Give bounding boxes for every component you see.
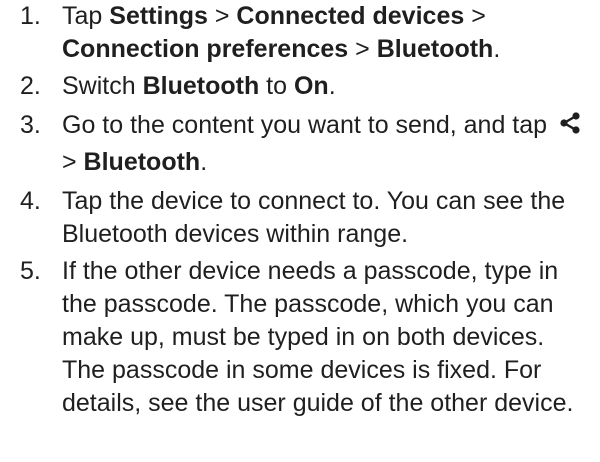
instruction-list: 1. Tap Settings > Connected devices > Co… xyxy=(0,0,600,424)
on-term: On xyxy=(293,72,329,100)
period: . xyxy=(328,72,336,100)
step-text: to xyxy=(259,72,294,100)
share-icon xyxy=(558,109,582,134)
settings-term: Settings xyxy=(109,2,208,30)
separator: > xyxy=(207,2,237,30)
step-number: 1. xyxy=(20,2,41,30)
step-2: 2. Switch Bluetooth to On. xyxy=(0,70,600,103)
separator: > xyxy=(348,35,377,63)
bluetooth-term: Bluetooth xyxy=(376,35,494,63)
step-text: Tap xyxy=(62,2,110,30)
step-number: 5. xyxy=(20,257,41,285)
connected-devices-term: Connected devices xyxy=(236,2,465,30)
step-text: If the other device needs a passcode, ty… xyxy=(62,257,574,417)
bluetooth-term: Bluetooth xyxy=(142,72,260,100)
connection-preferences-term: Connection preferences xyxy=(62,35,349,63)
step-number: 3. xyxy=(20,111,41,139)
step-text: Tap the device to connect to. You can se… xyxy=(62,187,566,248)
separator: > xyxy=(464,2,486,30)
period: . xyxy=(200,148,208,176)
bluetooth-term: Bluetooth xyxy=(83,148,201,176)
step-text: Go to the content you want to send, and … xyxy=(62,111,555,139)
step-1: 1. Tap Settings > Connected devices > Co… xyxy=(0,0,600,66)
step-3: 3. Go to the content you want to send, a… xyxy=(0,107,600,181)
step-number: 4. xyxy=(20,187,41,215)
step-text: Switch xyxy=(62,72,143,100)
step-5: 5. If the other device needs a passcode,… xyxy=(0,255,600,420)
separator: > xyxy=(62,148,84,176)
step-4: 4. Tap the device to connect to. You can… xyxy=(0,185,600,251)
step-number: 2. xyxy=(20,72,41,100)
period: . xyxy=(493,35,501,63)
